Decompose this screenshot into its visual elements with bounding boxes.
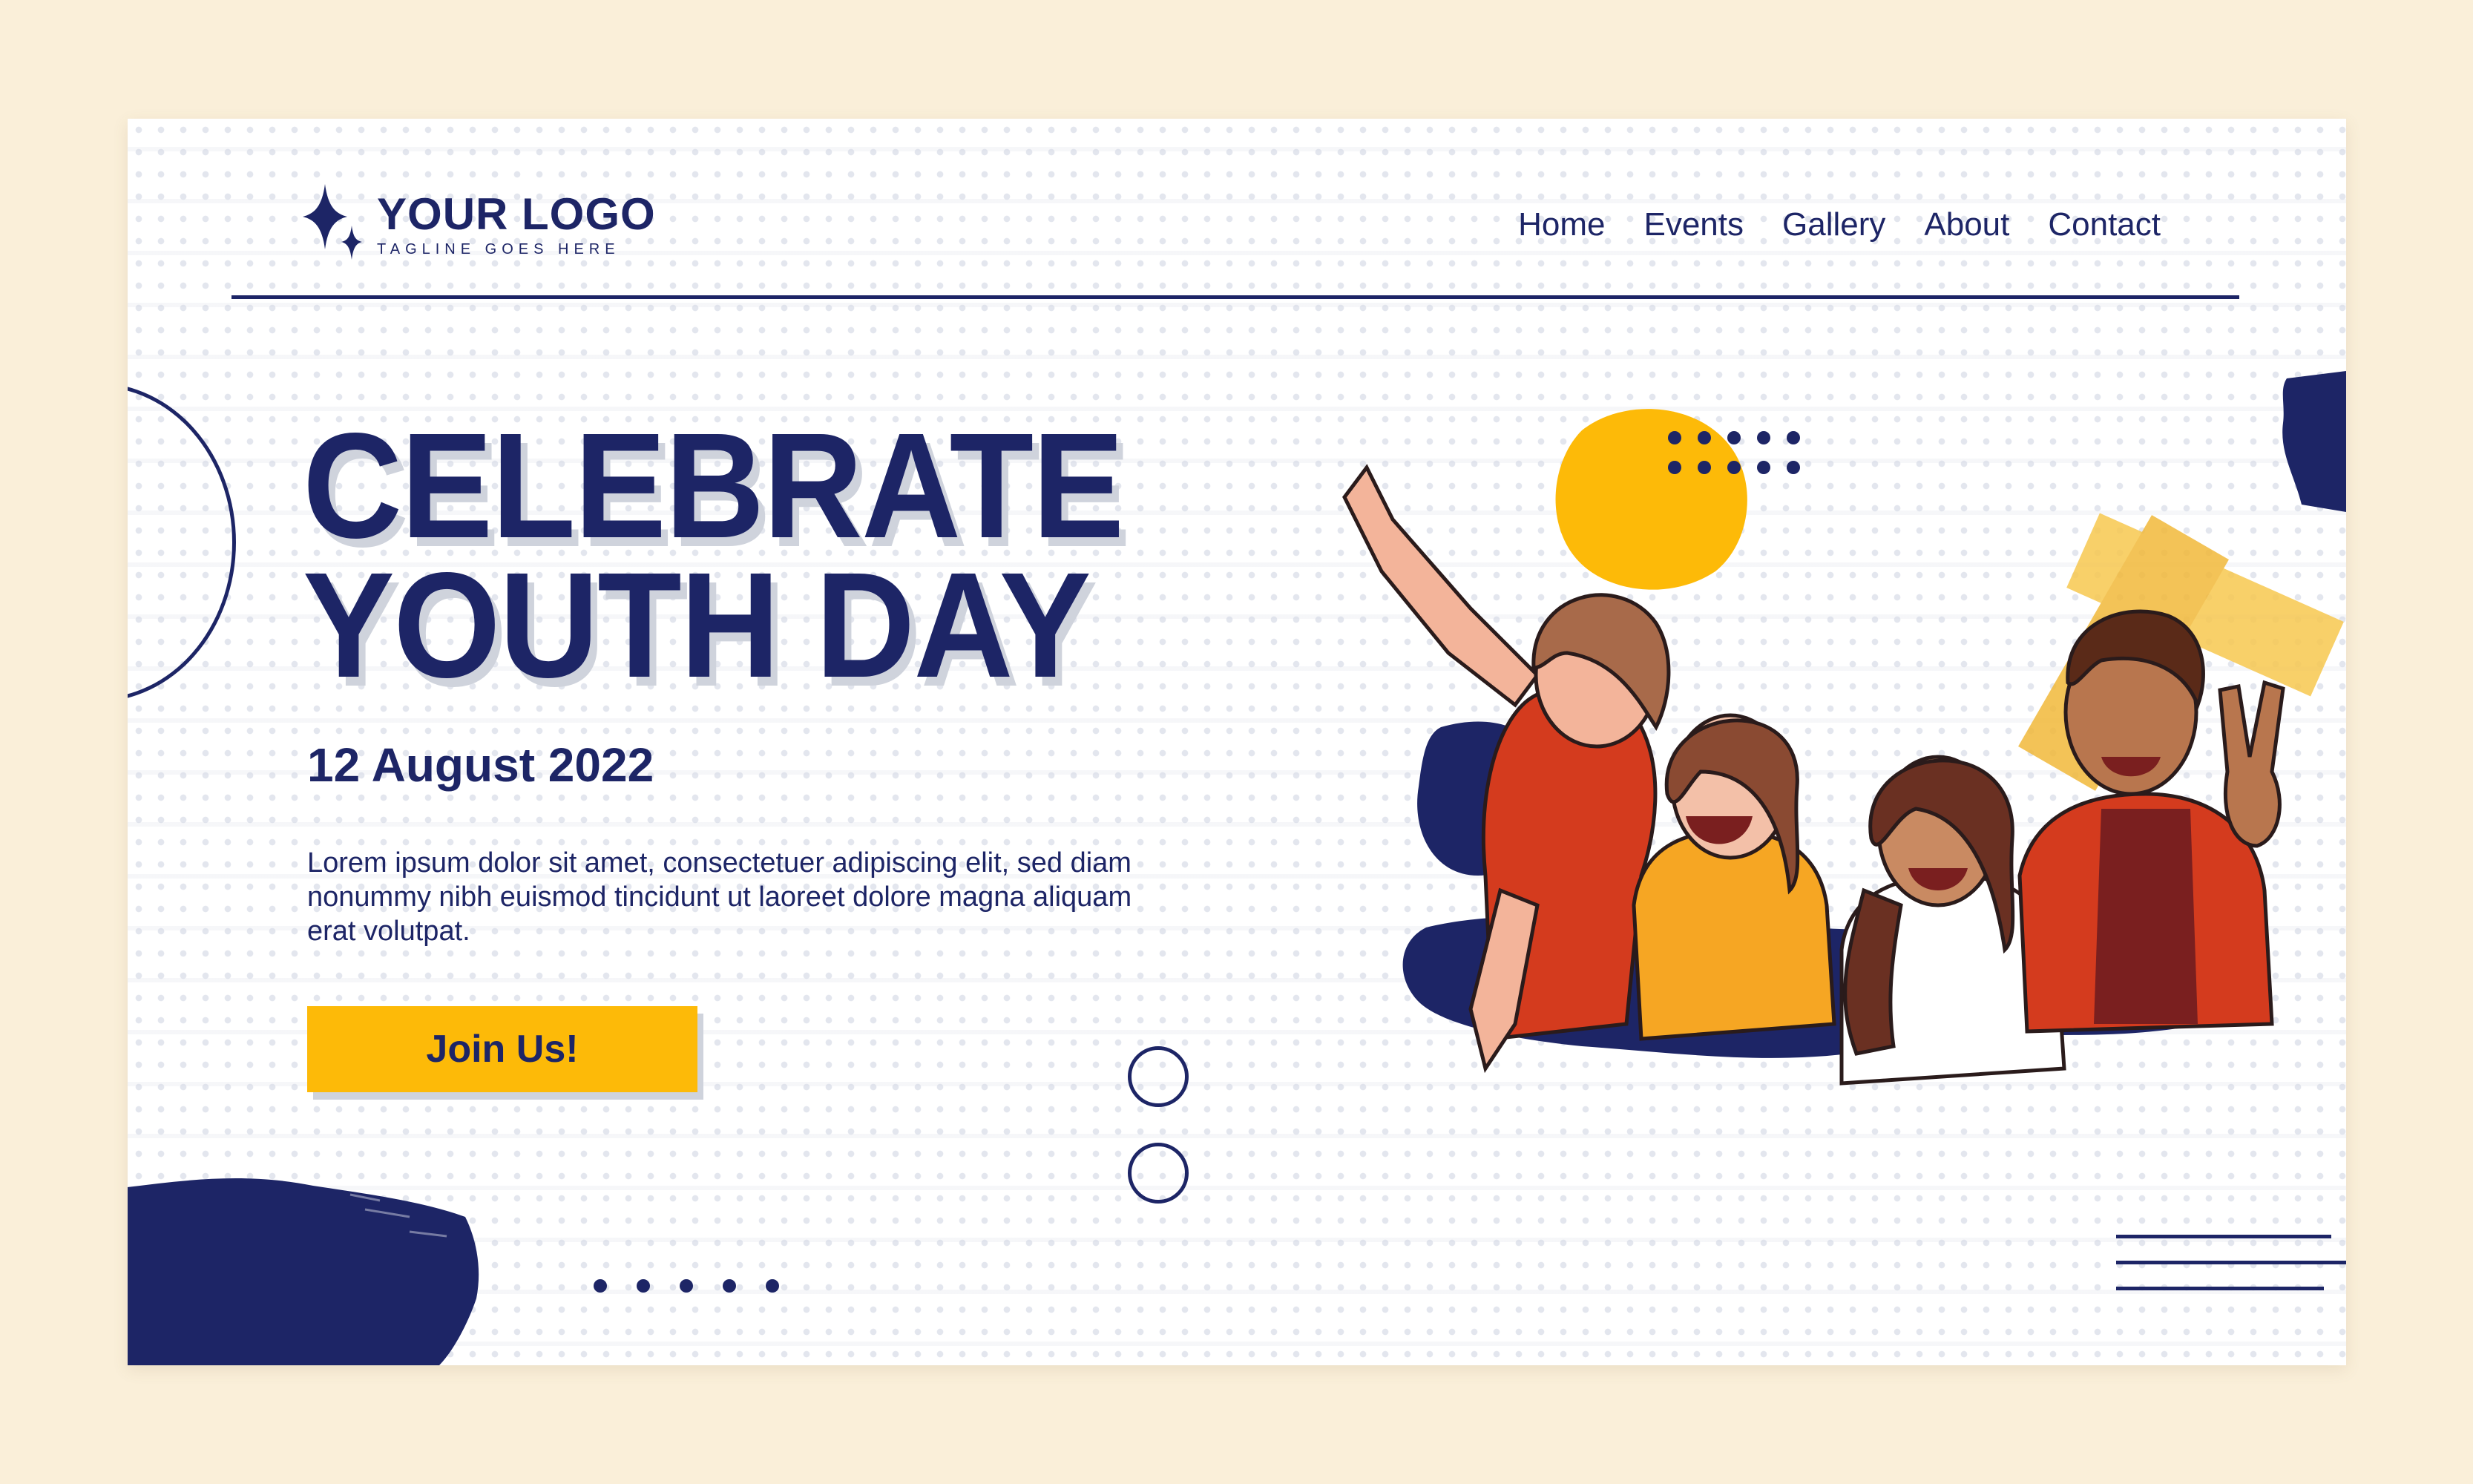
brush-stroke-bottom-left <box>128 1178 479 1365</box>
yellow-circle-blob <box>1555 409 1747 590</box>
youth-group-illustration <box>1342 409 2344 1086</box>
nav-about[interactable]: About <box>1924 206 2009 243</box>
hero-date: 12 August 2022 <box>307 738 654 792</box>
dot-row-bottom <box>594 1279 779 1293</box>
decorative-ring-small-2 <box>1128 1143 1189 1204</box>
hero-title-line-1: CELEBRATE <box>303 401 1124 569</box>
nav-gallery[interactable]: Gallery <box>1782 206 1885 243</box>
header-divider <box>231 295 2239 299</box>
nav-contact[interactable]: Contact <box>2048 206 2161 243</box>
sparkle-star-icon <box>303 184 362 260</box>
nav-events[interactable]: Events <box>1643 206 1744 243</box>
decorative-ring-small-1 <box>1128 1046 1189 1107</box>
hero-title: CELEBRATE YOUTH DAY <box>303 401 1124 709</box>
landing-page: YOUR LOGO TAGLINE GOES HERE Home Events … <box>128 119 2346 1365</box>
logo-tagline: TAGLINE GOES HERE <box>377 240 620 257</box>
logo-name: YOUR LOGO <box>377 188 656 239</box>
person-peace-sign <box>2017 609 2285 1034</box>
main-nav: Home Events Gallery About Contact <box>1518 206 2161 243</box>
logo[interactable]: YOUR LOGO TAGLINE GOES HERE <box>303 184 656 266</box>
join-us-button[interactable]: Join Us! <box>307 1006 697 1092</box>
hero-description: Lorem ipsum dolor sit amet, consectetuer… <box>307 847 1132 947</box>
logo-text: YOUR LOGO TAGLINE GOES HERE <box>377 188 656 258</box>
decorative-ring-left <box>128 383 236 702</box>
person-orange-shirt <box>1632 713 1836 1041</box>
hero-title-line-2: YOUTH DAY <box>303 541 1091 709</box>
nav-home[interactable]: Home <box>1518 206 1605 243</box>
